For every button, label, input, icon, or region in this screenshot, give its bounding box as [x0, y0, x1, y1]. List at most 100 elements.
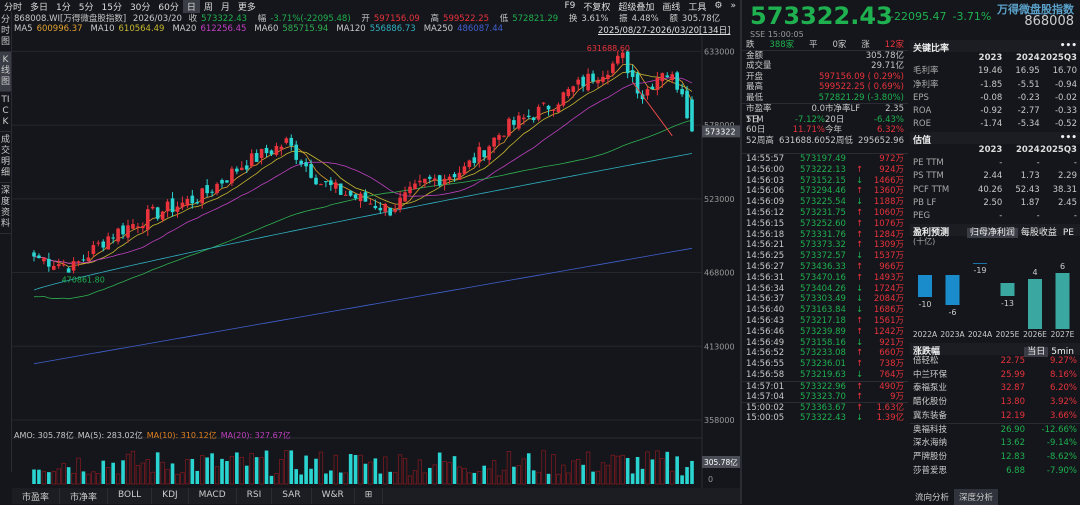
period-tab[interactable]: 日: [182, 0, 200, 13]
arrow-up-icon: ↑: [856, 229, 864, 240]
mover-row[interactable]: 深水海纳 13.62 -9.14%: [910, 437, 1080, 451]
last-price: 573322.43: [750, 2, 893, 30]
volume-bar: [452, 456, 457, 484]
indicator-tab[interactable]: SAR: [272, 488, 312, 504]
tick-row: 14:56:46 573239.89 ↑ 1242万: [742, 327, 908, 338]
tick-time: 14:56:15: [746, 218, 785, 229]
left-nav-item[interactable]: 分时图: [0, 12, 11, 52]
period-tab[interactable]: 5分: [75, 0, 98, 13]
indicator-tab[interactable]: 市净率: [60, 488, 109, 504]
volume-bar: [294, 469, 299, 484]
toolbar-tool[interactable]: »: [726, 1, 740, 11]
tick-time: 14:56:27: [746, 261, 785, 272]
candle-body: [165, 201, 170, 212]
toolbar-tool[interactable]: 工具: [684, 0, 710, 13]
turnover-value: 3.61%: [581, 14, 609, 24]
volume-bar: [576, 458, 581, 485]
quote-label: 5日: [746, 114, 760, 125]
period-tab[interactable]: 周: [200, 0, 217, 13]
mover-row[interactable]: 冀东装备 12.19 3.66%: [910, 410, 1080, 424]
date-range[interactable]: 2025/08/27-2026/03/20[134日]: [598, 24, 730, 36]
candle-body: [190, 195, 195, 204]
tick-volume: 1724万: [873, 283, 904, 294]
amo-legend: AMO: 305.78亿 MA(5): 283.02亿 MA(10): 310.12…: [14, 430, 295, 441]
quote-value: 599522.25 ( 0.69%): [818, 82, 904, 92]
volume-bar: [690, 460, 694, 484]
period-tab[interactable]: 分时: [0, 0, 26, 13]
candle-body: [660, 73, 665, 82]
kline-chart[interactable]: 6330005780005230004680004130003580006316…: [12, 36, 740, 488]
toolbar-tool[interactable]: 不复权: [579, 0, 614, 13]
indicator-tab[interactable]: W&R: [312, 488, 355, 504]
ma-legend-item: MA10 610564.49: [91, 24, 169, 34]
cell-value: -: [1073, 211, 1077, 222]
ma-legend-item: MA120 556886.73: [336, 24, 419, 34]
period-tab[interactable]: 1分: [52, 0, 75, 13]
tick-volume: 1076万: [873, 218, 904, 229]
period-tab[interactable]: 30分: [126, 0, 154, 13]
volume-bar: [566, 472, 571, 485]
analysis-tab[interactable]: 深度分析: [954, 489, 999, 505]
toolbar-tool[interactable]: 超级叠加: [614, 0, 658, 13]
change-label: 幅: [257, 14, 267, 24]
arrow-up-icon: ↑: [856, 261, 864, 272]
indicator-tab[interactable]: RSI: [237, 488, 273, 504]
period-tab[interactable]: 15分: [98, 0, 126, 13]
left-nav-item[interactable]: K线图: [0, 52, 11, 92]
analysis-tab[interactable]: 流向分析: [910, 489, 954, 505]
volume-bar: [383, 456, 388, 485]
left-nav-item[interactable]: TICK: [0, 92, 11, 132]
mover-row[interactable]: 中兰环保 25.99 8.16%: [910, 369, 1080, 383]
toolbar-tool[interactable]: F9: [560, 1, 579, 11]
mover-row[interactable]: 泰福泵业 32.87 6.20%: [910, 382, 1080, 396]
volume-bar: [125, 453, 131, 485]
column-header: 2025Q3: [1040, 53, 1077, 63]
cell-value: -: [999, 158, 1003, 169]
period-tab[interactable]: 多日: [26, 0, 52, 13]
mover-row[interactable]: 倍轻松 22.75 9.27%: [910, 355, 1080, 369]
indicator-tab[interactable]: ⊞: [355, 488, 384, 504]
tick-volume: 1060万: [873, 207, 904, 218]
forecast-tab[interactable]: PE: [1060, 228, 1077, 238]
candle-body: [452, 174, 457, 178]
cell-value: 1.73: [1020, 171, 1040, 182]
tick-row: 15:00:02 573363.67 ↑ 1.63亿: [742, 402, 908, 413]
indicator-tab[interactable]: KDJ: [152, 488, 189, 504]
more-icon[interactable]: •••: [1060, 41, 1077, 51]
stock-name: 莎普爱思: [913, 465, 948, 476]
candle-body: [413, 183, 417, 190]
volume-bar: [170, 463, 175, 484]
max-label: 631688.60: [587, 44, 630, 53]
period-tab[interactable]: 月: [217, 0, 234, 13]
indicator-tab[interactable]: 市盈率: [12, 488, 61, 504]
toolbar-tool[interactable]: 画线: [658, 0, 684, 13]
candle-body: [324, 181, 328, 183]
period-tab[interactable]: 60分: [154, 0, 182, 13]
candle-body: [314, 177, 318, 185]
close-label: 收: [188, 14, 198, 24]
mover-row[interactable]: 奥福科技 26.90 -12.66%: [910, 423, 1080, 437]
ma-value: 585715.94: [282, 24, 329, 34]
indicator-tab[interactable]: BOLL: [108, 488, 153, 504]
ma-name: MA60: [254, 24, 279, 34]
candle-body: [576, 79, 581, 85]
mover-row[interactable]: 醋化股份 13.80 3.92%: [910, 396, 1080, 410]
table-row: EPS -0.08 -0.23 -0.02: [910, 92, 1080, 105]
left-nav-item[interactable]: 成交明细: [0, 132, 11, 183]
high-label: 高: [430, 14, 440, 24]
candle-body: [175, 206, 180, 212]
open-value: 597156.09: [373, 14, 420, 24]
y-tick-label: 413000: [704, 342, 735, 351]
left-nav-item[interactable]: 深度资料: [0, 183, 11, 234]
volume-bar: [66, 467, 71, 484]
forecast-tab[interactable]: 每股收益: [1018, 228, 1060, 238]
forecast-tab[interactable]: 归母净利润: [966, 228, 1018, 238]
tick-list[interactable]: 14:55:57 573197.49 972万 14:56:00 573222.13 ↑ 9…: [742, 153, 908, 424]
mover-row[interactable]: 严牌股份 12.83 -8.62%: [910, 451, 1080, 465]
indicator-tab[interactable]: MACD: [189, 488, 237, 504]
mover-row[interactable]: 莎普爱思 6.88 -7.90%: [910, 465, 1080, 479]
period-tab[interactable]: 更多: [234, 0, 260, 13]
more-icon[interactable]: •••: [1060, 133, 1077, 143]
toolbar-tool[interactable]: ⚙: [710, 1, 726, 11]
candle-body: [32, 252, 36, 257]
